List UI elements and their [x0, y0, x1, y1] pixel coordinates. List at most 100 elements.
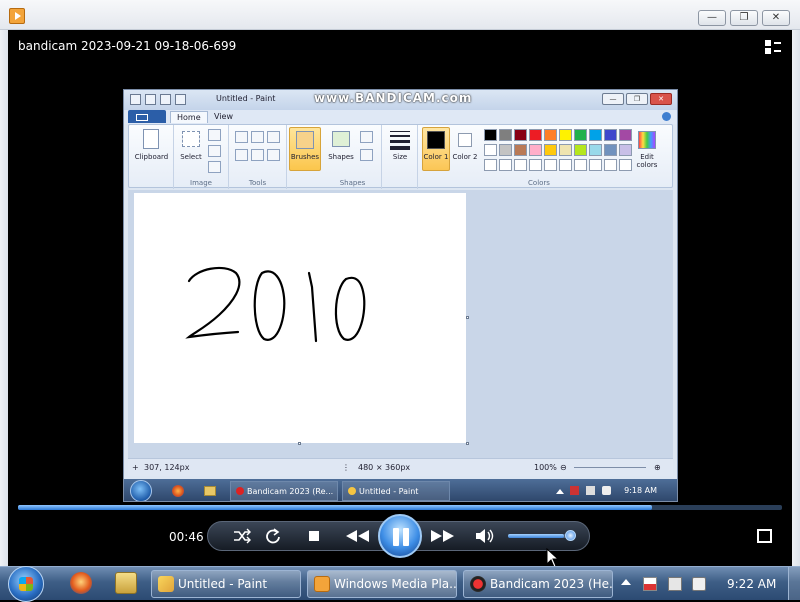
palette-swatch-empty [604, 159, 617, 171]
action-center-flag-icon[interactable] [643, 577, 657, 591]
cursor-position-icon: + [132, 463, 139, 472]
palette-swatch [514, 144, 527, 156]
palette-swatch-empty [589, 159, 602, 171]
pencil-icon [235, 131, 248, 143]
palette-swatch [589, 129, 602, 141]
firefox-icon[interactable] [70, 572, 92, 594]
show-desktop-button[interactable] [788, 567, 800, 600]
recorded-taskbar-btn-bandicam: Bandicam 2023 (Re... [230, 481, 338, 501]
recorded-flag-icon [570, 486, 579, 495]
palette-swatch [514, 129, 527, 141]
palette-swatch [544, 129, 557, 141]
palette-swatch-empty [559, 159, 572, 171]
recorded-start-icon [130, 480, 152, 501]
tools-group-label: Tools [248, 179, 267, 187]
zoom-in-icon: ⊕ [654, 463, 661, 472]
brush-icon [296, 131, 314, 149]
recorded-btn2-label: Untitled - Paint [359, 487, 419, 496]
color1-label: Color 1 [423, 153, 449, 161]
paint-file-menu-icon [128, 110, 166, 123]
paint-app-icon [130, 94, 141, 105]
volume-level [508, 534, 564, 538]
player-titlebar: — ❐ ✕ [0, 0, 800, 30]
fill-icon [251, 131, 264, 143]
repeat-icon[interactable] [264, 528, 282, 544]
redo-icon [175, 94, 186, 105]
shapes-button-label: Shapes [328, 153, 354, 161]
palette-swatch-empty [529, 159, 542, 171]
palette-swatch-empty [574, 159, 587, 171]
fill-shape-icon [360, 149, 373, 161]
color-picker-icon [251, 149, 264, 161]
canvas-resize-handle-bottom [298, 442, 301, 445]
bandicam-icon [470, 576, 486, 592]
fullscreen-icon[interactable] [757, 529, 772, 543]
color2-label: Color 2 [452, 153, 478, 161]
taskbar-item-bandicam-label: Bandicam 2023 (He... [490, 577, 613, 591]
outline-icon [360, 131, 373, 143]
show-hidden-icons-icon[interactable] [621, 579, 631, 585]
palette-swatch [604, 144, 617, 156]
paint-maximize-icon: ❐ [626, 93, 648, 105]
taskbar-item-paint[interactable]: Untitled - Paint [151, 570, 301, 598]
minimize-button[interactable]: — [698, 10, 726, 26]
cursor-position: 307, 124px [144, 463, 190, 472]
next-icon[interactable] [428, 528, 458, 544]
network-icon[interactable] [668, 577, 682, 591]
palette-swatch [529, 129, 542, 141]
tools-group: Tools [229, 125, 287, 189]
taskbar-item-media-player-label: Windows Media Pla... [334, 577, 457, 591]
palette-swatch [499, 144, 512, 156]
maximize-button[interactable]: ❐ [730, 10, 758, 26]
seek-bar-progress [18, 505, 653, 510]
palette-swatch [604, 129, 617, 141]
image-group-label: Image [190, 179, 212, 187]
shapes-icon [332, 131, 350, 147]
previous-icon[interactable] [342, 528, 372, 544]
palette-swatch [619, 129, 632, 141]
window-frame-left [0, 30, 8, 566]
mouse-cursor-icon [546, 548, 560, 568]
palette-swatch [544, 144, 557, 156]
close-button[interactable]: ✕ [762, 10, 790, 26]
paint-ribbon: Clipboard Select Image Tools Brushes Sha… [128, 124, 673, 189]
undo-icon [160, 94, 171, 105]
file-explorer-icon[interactable] [115, 572, 137, 594]
media-player-icon [9, 8, 25, 24]
taskbar-item-bandicam[interactable]: Bandicam 2023 (He... [463, 570, 613, 598]
tab-view: View [214, 112, 233, 121]
color1-swatch [427, 131, 445, 149]
start-button-icon[interactable] [8, 566, 44, 602]
text-icon [267, 131, 280, 143]
palette-swatch [589, 144, 602, 156]
taskbar-clock[interactable]: 9:22 AM [727, 577, 776, 591]
pause-button[interactable] [378, 514, 422, 558]
seek-bar[interactable] [18, 505, 782, 510]
volume-tray-icon[interactable] [692, 577, 706, 591]
windows-media-player-icon [314, 576, 330, 592]
handwritten-drawing [185, 266, 366, 343]
paste-icon [143, 129, 159, 149]
switch-to-library-icon[interactable] [765, 40, 781, 54]
stop-icon[interactable] [306, 528, 324, 544]
recorded-tray-arrow-icon [556, 489, 564, 494]
window-frame-right [792, 30, 800, 566]
eraser-icon [235, 149, 248, 161]
paint-canvas: 2010 [134, 193, 466, 443]
shuffle-icon[interactable] [233, 528, 251, 544]
palette-swatch [574, 144, 587, 156]
image-group: Select Image [174, 125, 229, 189]
paint-close-icon: ✕ [650, 93, 672, 105]
shapes-group-label: Shapes [339, 179, 366, 187]
colors-group-label: Colors [528, 179, 550, 187]
palette-swatch [559, 144, 572, 156]
size-group: Size [382, 125, 418, 189]
paint-canvas-area: 2010 [128, 190, 673, 458]
volume-slider-thumb[interactable] [565, 530, 576, 541]
quick-access-toolbar [130, 94, 186, 105]
taskbar-item-media-player[interactable]: Windows Media Pla... [307, 570, 457, 598]
volume-slider[interactable] [508, 534, 570, 538]
help-icon [662, 112, 671, 121]
magnifier-icon [267, 149, 280, 161]
volume-icon[interactable] [474, 528, 496, 544]
